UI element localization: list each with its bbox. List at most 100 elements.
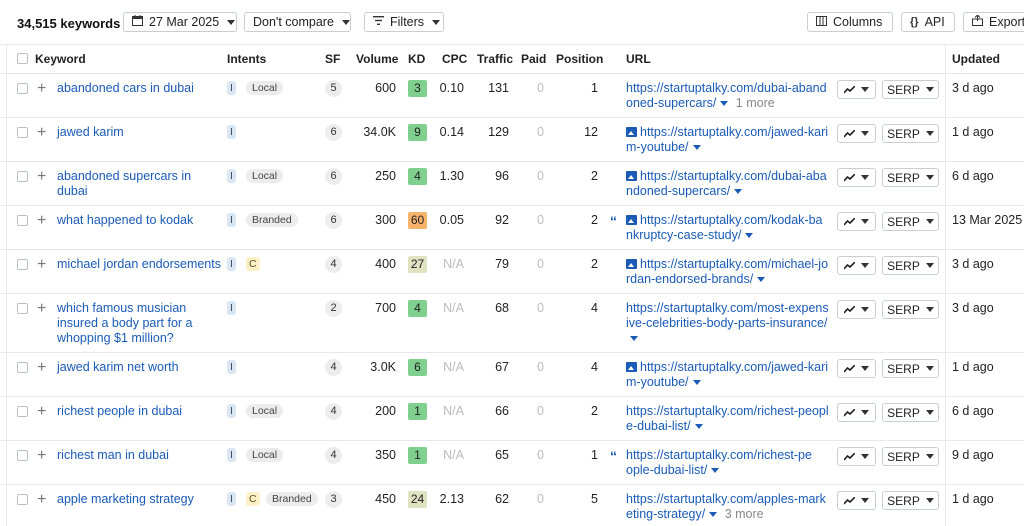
trend-chart-button[interactable] xyxy=(837,168,876,187)
export-button[interactable]: Export xyxy=(963,12,1024,32)
url-link[interactable]: https://startuptalky.com/richest-people-… xyxy=(626,404,836,434)
header-kd[interactable]: KD xyxy=(408,52,425,66)
filters-button[interactable]: Filters xyxy=(364,12,444,32)
url-text[interactable]: m-youtube/ xyxy=(626,375,689,389)
serp-button[interactable]: SERP xyxy=(882,124,939,143)
sf-count-badge[interactable]: 5 xyxy=(325,80,342,97)
header-sf[interactable]: SF xyxy=(325,52,340,66)
url-dropdown-icon[interactable] xyxy=(694,424,703,430)
header-url[interactable]: URL xyxy=(626,52,651,66)
trend-chart-button[interactable] xyxy=(837,256,876,275)
url-text[interactable]: https://startuptalky.com/richest-pe xyxy=(626,448,812,462)
url-text[interactable]: https://startuptalky.com/dubai-aba xyxy=(640,169,827,183)
url-link[interactable]: https://startuptalky.com/richest-people-… xyxy=(626,448,836,478)
url-dropdown-icon[interactable] xyxy=(692,145,701,151)
columns-button[interactable]: Columns xyxy=(807,12,893,32)
keyword-link[interactable]: apple marketing strategy xyxy=(57,492,194,507)
sf-count-badge[interactable]: 4 xyxy=(325,447,342,464)
url-dropdown-icon[interactable] xyxy=(734,189,743,195)
url-text[interactable]: https://startuptalky.com/kodak-ba xyxy=(640,213,823,227)
keyword-link[interactable]: jawed karim net worth xyxy=(57,360,179,375)
keyword-link[interactable]: dubai xyxy=(57,184,88,199)
keyword-link[interactable]: what happened to kodak xyxy=(57,213,193,228)
row-checkbox[interactable] xyxy=(17,127,28,138)
url-text[interactable]: https://startuptalky.com/richest-peopl xyxy=(626,404,829,418)
row-checkbox[interactable] xyxy=(17,259,28,270)
add-to-list-icon[interactable]: + xyxy=(37,492,46,508)
url-link[interactable]: https://startuptalky.com/michael-jo rdan-… xyxy=(626,257,836,287)
trend-chart-button[interactable] xyxy=(837,124,876,143)
add-to-list-icon[interactable]: + xyxy=(37,448,46,464)
sf-count-badge[interactable]: 4 xyxy=(325,403,342,420)
trend-chart-button[interactable] xyxy=(837,447,876,466)
trend-chart-button[interactable] xyxy=(837,80,876,99)
url-link[interactable]: https://startuptalky.com/jawed-kari m-you… xyxy=(626,360,836,390)
url-text[interactable]: nkruptcy-case-study/ xyxy=(626,228,741,242)
header-volume[interactable]: Volume xyxy=(356,52,398,66)
sf-count-badge[interactable]: 6 xyxy=(325,168,342,185)
keyword-link[interactable]: insured a body part for a xyxy=(57,316,193,331)
url-link[interactable]: https://startuptalky.com/dubai-abandoned… xyxy=(626,81,836,111)
url-dropdown-icon[interactable] xyxy=(692,380,701,386)
more-urls-link[interactable]: 3 more xyxy=(721,507,764,521)
url-text[interactable]: ople-dubai-list/ xyxy=(626,463,707,477)
sf-count-badge[interactable]: 3 xyxy=(325,491,342,508)
serp-button[interactable]: SERP xyxy=(882,212,939,231)
keyword-link[interactable]: richest people in dubai xyxy=(57,404,182,419)
trend-chart-button[interactable] xyxy=(837,491,876,510)
url-link[interactable]: https://startuptalky.com/jawed-kari m-you… xyxy=(626,125,836,155)
row-checkbox[interactable] xyxy=(17,406,28,417)
serp-button[interactable]: SERP xyxy=(882,359,939,378)
url-text[interactable]: rdan-endorsed-brands/ xyxy=(626,272,753,286)
url-text[interactable]: e-dubai-list/ xyxy=(626,419,691,433)
url-link[interactable]: https://startuptalky.com/dubai-abandoned… xyxy=(626,169,836,199)
keyword-link[interactable]: jawed karim xyxy=(57,125,124,140)
add-to-list-icon[interactable]: + xyxy=(37,404,46,420)
keyword-link[interactable]: which famous musician xyxy=(57,301,186,316)
trend-chart-button[interactable] xyxy=(837,212,876,231)
add-to-list-icon[interactable]: + xyxy=(37,125,46,141)
url-text[interactable]: https://startuptalky.com/most-expens xyxy=(626,301,829,315)
row-checkbox[interactable] xyxy=(17,494,28,505)
url-text[interactable]: m-youtube/ xyxy=(626,140,689,154)
url-dropdown-icon[interactable] xyxy=(711,468,720,474)
trend-chart-button[interactable] xyxy=(837,403,876,422)
add-to-list-icon[interactable]: + xyxy=(37,81,46,97)
sf-count-badge[interactable]: 6 xyxy=(325,124,342,141)
header-position[interactable]: Position xyxy=(556,52,603,66)
row-checkbox[interactable] xyxy=(17,450,28,461)
keyword-link[interactable]: abandoned cars in dubai xyxy=(57,81,194,96)
header-updated[interactable]: Updated xyxy=(952,52,1000,66)
row-checkbox[interactable] xyxy=(17,215,28,226)
url-dropdown-icon[interactable] xyxy=(630,336,638,342)
serp-button[interactable]: SERP xyxy=(882,256,939,275)
keyword-link[interactable]: richest man in dubai xyxy=(57,448,169,463)
keyword-link[interactable]: whopping $1 million? xyxy=(57,331,174,346)
add-to-list-icon[interactable]: + xyxy=(37,213,46,229)
sf-count-badge[interactable]: 2 xyxy=(325,300,342,317)
header-traffic[interactable]: Traffic xyxy=(477,52,513,66)
add-to-list-icon[interactable]: + xyxy=(37,257,46,273)
keyword-link[interactable]: abandoned supercars in xyxy=(57,169,191,184)
add-to-list-icon[interactable]: + xyxy=(37,360,46,376)
sf-count-badge[interactable]: 4 xyxy=(325,256,342,273)
serp-button[interactable]: SERP xyxy=(882,80,939,99)
url-text[interactable]: oned-supercars/ xyxy=(626,96,716,110)
select-all-checkbox[interactable] xyxy=(17,53,28,64)
header-intents[interactable]: Intents xyxy=(227,52,266,66)
url-link[interactable]: https://startuptalky.com/most-expens ive-… xyxy=(626,301,836,346)
trend-chart-button[interactable] xyxy=(837,359,876,378)
url-text[interactable]: https://startuptalky.com/jawed-kari xyxy=(640,360,828,374)
url-text[interactable]: https://startuptalky.com/apples-mark xyxy=(626,492,826,506)
sf-count-badge[interactable]: 4 xyxy=(325,359,342,376)
url-text[interactable]: ndoned-supercars/ xyxy=(626,184,730,198)
add-to-list-icon[interactable]: + xyxy=(37,169,46,185)
serp-button[interactable]: SERP xyxy=(882,403,939,422)
row-checkbox[interactable] xyxy=(17,83,28,94)
header-paid[interactable]: Paid xyxy=(521,52,546,66)
compare-selector[interactable]: Don't compare xyxy=(244,12,351,32)
keyword-link[interactable]: michael jordan endorsements xyxy=(57,257,221,272)
url-dropdown-icon[interactable] xyxy=(757,277,766,283)
sf-count-badge[interactable]: 6 xyxy=(325,212,342,229)
url-link[interactable]: https://startuptalky.com/apples-mark etin… xyxy=(626,492,836,522)
